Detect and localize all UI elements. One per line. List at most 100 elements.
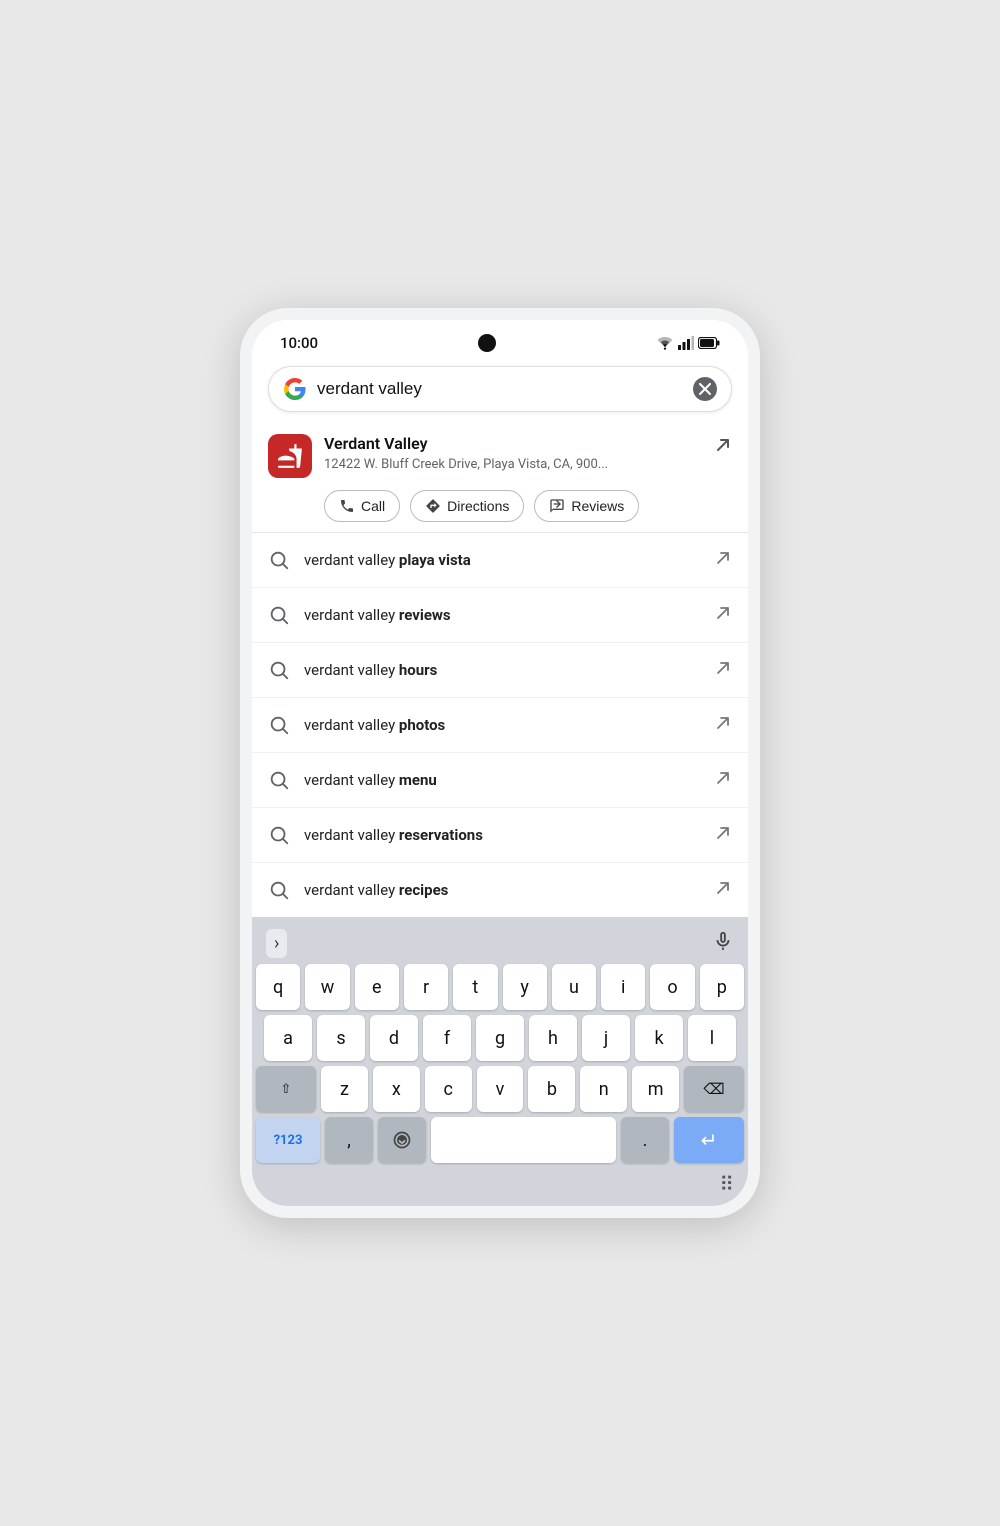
key-p[interactable]: p [700, 964, 744, 1010]
kb-bottom-bar: ⠿ [256, 1168, 744, 1202]
key-l[interactable]: l [688, 1015, 736, 1061]
suggestion-arrow-6 [714, 879, 732, 901]
place-result: Verdant Valley 12422 W. Bluff Creek Driv… [252, 420, 748, 533]
directions-button[interactable]: Directions [410, 490, 524, 522]
key-period[interactable]: . [621, 1117, 669, 1163]
search-icon-2 [268, 659, 290, 681]
suggestion-text-3: verdant valley photos [304, 716, 700, 734]
place-name: Verdant Valley [324, 434, 702, 455]
search-icon-5 [268, 824, 290, 846]
suggestion-text-5: verdant valley reservations [304, 826, 700, 844]
call-button[interactable]: Call [324, 490, 400, 522]
key-o[interactable]: o [650, 964, 694, 1010]
phone-frame: 10:00 [240, 308, 760, 1218]
key-space[interactable] [431, 1117, 616, 1163]
suggestion-text-0: verdant valley playa vista [304, 551, 700, 569]
place-icon [268, 434, 312, 478]
key-y[interactable]: y [503, 964, 547, 1010]
keyboard-mic-button[interactable] [712, 930, 734, 957]
suggestion-arrow-4 [714, 769, 732, 791]
key-t[interactable]: t [453, 964, 497, 1010]
battery-icon [698, 337, 720, 349]
keyboard-grid-icon: ⠿ [719, 1172, 734, 1196]
kb-row-2: a s d f g h j k l [256, 1015, 744, 1061]
place-address: 12422 W. Bluff Creek Drive, Playa Vista,… [324, 457, 702, 472]
google-logo [283, 377, 307, 401]
key-backspace[interactable]: ⌫ [684, 1066, 744, 1112]
suggestion-row-1[interactable]: verdant valley reviews [252, 588, 748, 643]
status-time: 10:00 [280, 334, 318, 352]
suggestion-row-6[interactable]: verdant valley recipes [252, 863, 748, 917]
keyboard-chevron-button[interactable]: › [266, 929, 287, 958]
suggestions-list: verdant valley playa vista verdant valle… [252, 533, 748, 917]
reviews-button[interactable]: Reviews [534, 490, 639, 522]
key-c[interactable]: c [425, 1066, 472, 1112]
key-h[interactable]: h [529, 1015, 577, 1061]
phone-icon [339, 498, 355, 514]
key-shift[interactable]: ⇧ [256, 1066, 316, 1112]
place-row: Verdant Valley 12422 W. Bluff Creek Driv… [268, 434, 732, 478]
suggestion-row-0[interactable]: verdant valley playa vista [252, 533, 748, 588]
key-a[interactable]: a [264, 1015, 312, 1061]
search-icon-0 [268, 549, 290, 571]
key-g[interactable]: g [476, 1015, 524, 1061]
key-k[interactable]: k [635, 1015, 683, 1061]
key-x[interactable]: x [373, 1066, 420, 1112]
key-r[interactable]: r [404, 964, 448, 1010]
suggestion-text-6: verdant valley recipes [304, 881, 700, 899]
key-z[interactable]: z [321, 1066, 368, 1112]
reviews-icon [549, 498, 565, 514]
suggestion-text-1: verdant valley reviews [304, 606, 700, 624]
search-icon-3 [268, 714, 290, 736]
key-m[interactable]: m [632, 1066, 679, 1112]
key-i[interactable]: i [601, 964, 645, 1010]
key-q[interactable]: q [256, 964, 300, 1010]
place-arrow-icon [714, 436, 732, 459]
kb-row-1: q w e r t y u i o p [256, 964, 744, 1010]
suggestion-arrow-5 [714, 824, 732, 846]
suggestion-arrow-3 [714, 714, 732, 736]
key-v[interactable]: v [477, 1066, 524, 1112]
clear-button[interactable] [693, 377, 717, 401]
key-j[interactable]: j [582, 1015, 630, 1061]
key-b[interactable]: b [528, 1066, 575, 1112]
call-label: Call [361, 498, 385, 514]
directions-icon [425, 498, 441, 514]
directions-label: Directions [447, 498, 509, 514]
key-comma[interactable]: , [325, 1117, 373, 1163]
search-input[interactable] [317, 379, 683, 399]
suggestion-text-4: verdant valley menu [304, 771, 700, 789]
search-bar[interactable] [268, 366, 732, 412]
key-enter[interactable]: ↵ [674, 1117, 744, 1163]
key-n[interactable]: n [580, 1066, 627, 1112]
suggestion-row-3[interactable]: verdant valley photos [252, 698, 748, 753]
suggestion-arrow-0 [714, 549, 732, 571]
camera-notch [478, 334, 496, 352]
key-e[interactable]: e [355, 964, 399, 1010]
wifi-icon [656, 336, 674, 350]
signal-icon [678, 336, 694, 350]
suggestion-arrow-2 [714, 659, 732, 681]
suggestion-row-4[interactable]: verdant valley menu [252, 753, 748, 808]
suggestion-row-2[interactable]: verdant valley hours [252, 643, 748, 698]
keyboard: › q w e r t y u i o [252, 917, 748, 1206]
key-u[interactable]: u [552, 964, 596, 1010]
place-actions: Call Directions Reviews [324, 490, 732, 522]
search-icon-6 [268, 879, 290, 901]
search-icon-1 [268, 604, 290, 626]
kb-row-4: ?123 , . ↵ [256, 1117, 744, 1163]
key-s[interactable]: s [317, 1015, 365, 1061]
key-w[interactable]: w [305, 964, 349, 1010]
key-numbers[interactable]: ?123 [256, 1117, 320, 1163]
suggestion-arrow-1 [714, 604, 732, 626]
phone-inner: 10:00 [252, 320, 748, 1206]
reviews-label: Reviews [571, 498, 624, 514]
kb-row-3: ⇧ z x c v b n m ⌫ [256, 1066, 744, 1112]
kb-toolbar: › [256, 925, 744, 964]
suggestion-row-5[interactable]: verdant valley reservations [252, 808, 748, 863]
key-globe[interactable] [378, 1117, 426, 1163]
suggestion-text-2: verdant valley hours [304, 661, 700, 679]
key-f[interactable]: f [423, 1015, 471, 1061]
search-bar-container [252, 358, 748, 420]
key-d[interactable]: d [370, 1015, 418, 1061]
